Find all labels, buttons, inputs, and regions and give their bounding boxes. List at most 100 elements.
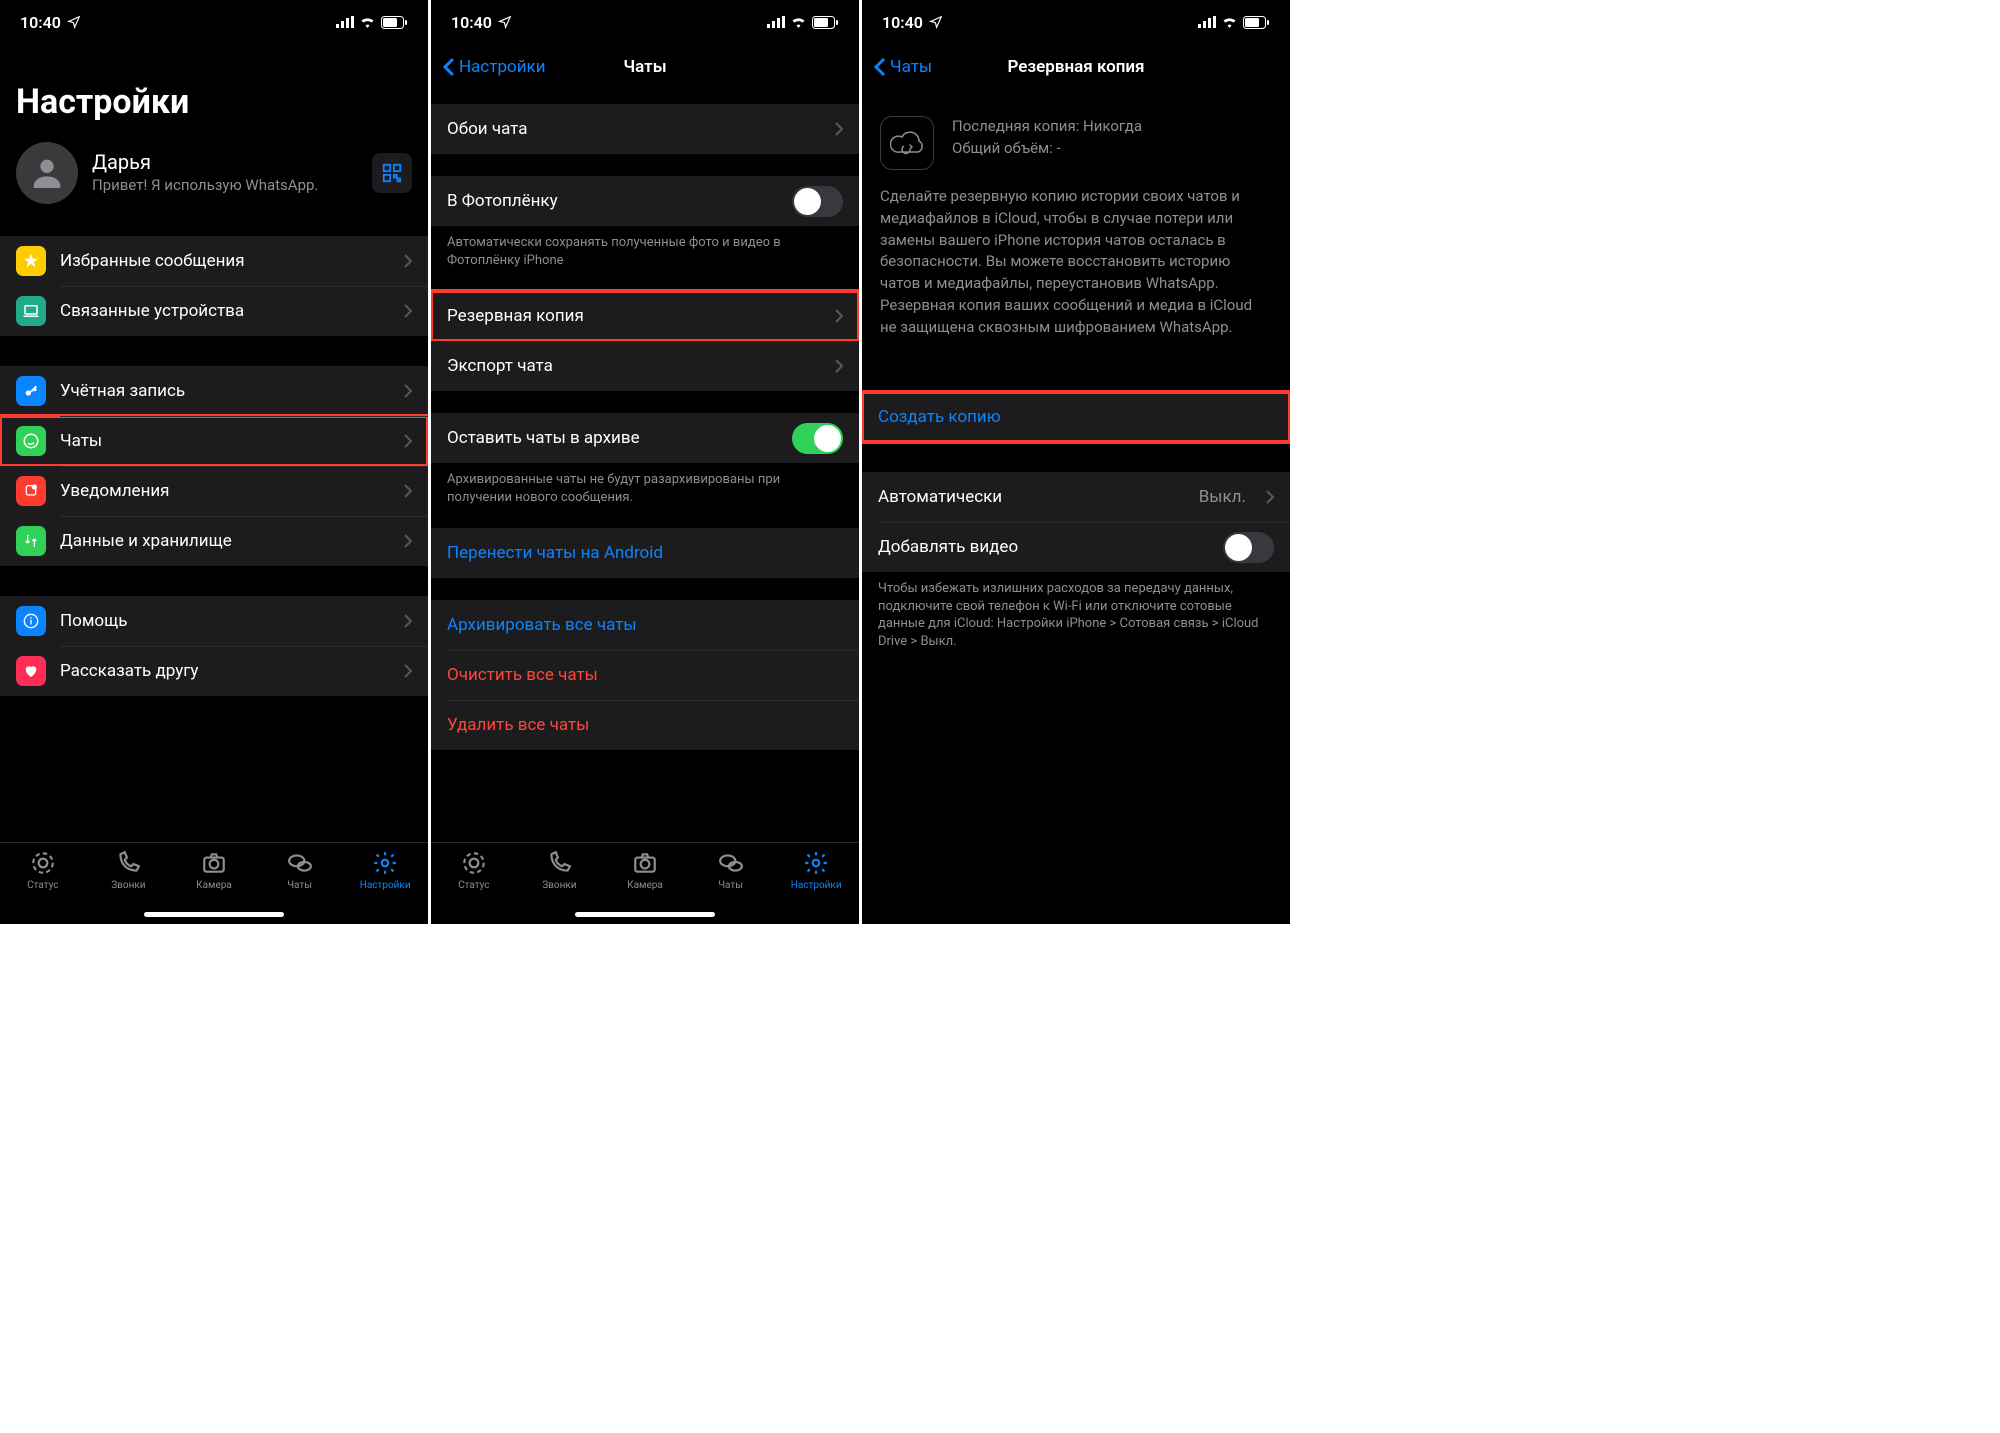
row-auto-backup[interactable]: Автоматически Выкл. bbox=[862, 472, 1290, 522]
row-export-chat[interactable]: Экспорт чата bbox=[431, 341, 859, 391]
row-label: Очистить все чаты bbox=[447, 665, 843, 685]
phone-icon bbox=[546, 850, 572, 876]
backup-description: Сделайте резервную копию истории своих ч… bbox=[862, 186, 1290, 348]
gear-icon bbox=[372, 850, 398, 876]
row-starred[interactable]: Избранные сообщения bbox=[0, 236, 428, 286]
row-delete-all[interactable]: Удалить все чаты bbox=[431, 700, 859, 750]
row-include-video[interactable]: Добавлять видео bbox=[862, 522, 1290, 572]
battery-icon bbox=[812, 16, 839, 29]
row-linked-devices[interactable]: Связанные устройства bbox=[0, 286, 428, 336]
location-icon bbox=[67, 15, 81, 29]
location-icon bbox=[498, 15, 512, 29]
footer-note: Архивированные чаты не будут разархивиро… bbox=[431, 463, 859, 506]
chats-icon bbox=[717, 850, 745, 876]
row-label: В Фотоплёнку bbox=[447, 191, 778, 211]
home-indicator[interactable] bbox=[575, 912, 715, 917]
chats-icon bbox=[286, 850, 314, 876]
chevron-right-icon bbox=[835, 309, 843, 323]
location-icon bbox=[929, 15, 943, 29]
wifi-icon bbox=[359, 16, 376, 28]
home-indicator[interactable] bbox=[144, 912, 284, 917]
row-label: Учётная запись bbox=[60, 381, 390, 401]
profile-row[interactable]: Дарья Привет! Я использую WhatsApp. bbox=[0, 132, 428, 218]
row-label: Резервная копия bbox=[447, 306, 821, 326]
battery-icon bbox=[381, 16, 408, 29]
row-tell-friend[interactable]: Рассказать другу bbox=[0, 646, 428, 696]
camera-icon bbox=[631, 850, 659, 876]
last-backup: Последняя копия: Никогда bbox=[952, 116, 1142, 138]
row-label: Уведомления bbox=[60, 481, 390, 501]
battery-icon bbox=[1243, 16, 1270, 29]
cellular-icon bbox=[1198, 16, 1216, 28]
back-button[interactable]: Чаты bbox=[870, 53, 936, 81]
chevron-right-icon bbox=[404, 304, 412, 318]
toggle-keep-archived[interactable] bbox=[792, 423, 843, 454]
row-archive-all[interactable]: Архивировать все чаты bbox=[431, 600, 859, 650]
row-clear-all[interactable]: Очистить все чаты bbox=[431, 650, 859, 700]
toggle-save-media[interactable] bbox=[792, 186, 843, 217]
status-icon bbox=[30, 850, 56, 876]
row-label: Чаты bbox=[60, 431, 390, 451]
row-label: Добавлять видео bbox=[878, 537, 1209, 557]
row-keep-archived[interactable]: Оставить чаты в архиве bbox=[431, 413, 859, 463]
phone-icon bbox=[115, 850, 141, 876]
row-label: Создать копию bbox=[878, 407, 1274, 427]
row-move-android[interactable]: Перенести чаты на Android bbox=[431, 528, 859, 578]
chevron-right-icon bbox=[404, 254, 412, 268]
row-save-to-camera-roll[interactable]: В Фотоплёнку bbox=[431, 176, 859, 226]
tab-status[interactable]: Статус bbox=[431, 849, 517, 924]
row-value: Выкл. bbox=[1199, 487, 1246, 507]
row-label: Связанные устройства bbox=[60, 301, 390, 321]
clock: 10:40 bbox=[882, 13, 923, 32]
status-bar: 10:40 bbox=[862, 0, 1290, 44]
row-label: Обои чата bbox=[447, 119, 821, 139]
chevron-right-icon bbox=[404, 614, 412, 628]
row-label: Архивировать все чаты bbox=[447, 615, 843, 635]
footer-note: Автоматически сохранять полученные фото … bbox=[431, 226, 859, 269]
tab-settings[interactable]: Настройки bbox=[773, 849, 859, 924]
key-icon bbox=[16, 376, 46, 406]
row-backup[interactable]: Резервная копия bbox=[431, 291, 859, 341]
row-chats[interactable]: Чаты bbox=[0, 416, 428, 466]
chevron-right-icon bbox=[404, 534, 412, 548]
row-label: Помощь bbox=[60, 611, 390, 631]
footer-note: Чтобы избежать излишних расходов за пере… bbox=[862, 572, 1290, 650]
row-create-backup[interactable]: Создать копию bbox=[862, 392, 1290, 442]
chevron-right-icon bbox=[404, 384, 412, 398]
data-icon bbox=[16, 526, 46, 556]
clock: 10:40 bbox=[20, 13, 61, 32]
star-icon bbox=[16, 246, 46, 276]
row-storage[interactable]: Данные и хранилище bbox=[0, 516, 428, 566]
row-account[interactable]: Учётная запись bbox=[0, 366, 428, 416]
whatsapp-icon bbox=[16, 426, 46, 456]
row-label: Избранные сообщения bbox=[60, 251, 390, 271]
chevron-right-icon bbox=[404, 484, 412, 498]
profile-name: Дарья bbox=[92, 150, 358, 174]
back-button[interactable]: Настройки bbox=[439, 53, 550, 81]
qr-button[interactable] bbox=[372, 153, 412, 193]
toggle-include-video[interactable] bbox=[1223, 532, 1274, 563]
row-label: Экспорт чата bbox=[447, 356, 821, 376]
gear-icon bbox=[803, 850, 829, 876]
camera-icon bbox=[200, 850, 228, 876]
status-bar: 10:40 bbox=[0, 0, 428, 44]
row-label: Удалить все чаты bbox=[447, 715, 843, 735]
notifications-icon bbox=[16, 476, 46, 506]
row-help[interactable]: Помощь bbox=[0, 596, 428, 646]
status-bar: 10:40 bbox=[431, 0, 859, 44]
row-label: Рассказать другу bbox=[60, 661, 390, 681]
wifi-icon bbox=[1221, 16, 1238, 28]
row-notifications[interactable]: Уведомления bbox=[0, 466, 428, 516]
avatar bbox=[16, 142, 78, 204]
tab-status[interactable]: Статус bbox=[0, 849, 86, 924]
chevron-left-icon bbox=[874, 57, 886, 77]
total-size: Общий объём: - bbox=[952, 138, 1142, 160]
row-label: Автоматически bbox=[878, 487, 1185, 507]
row-wallpaper[interactable]: Обои чата bbox=[431, 104, 859, 154]
chevron-left-icon bbox=[443, 57, 455, 77]
row-label: Оставить чаты в архиве bbox=[447, 428, 778, 448]
tab-settings[interactable]: Настройки bbox=[342, 849, 428, 924]
wifi-icon bbox=[790, 16, 807, 28]
cellular-icon bbox=[336, 16, 354, 28]
profile-status: Привет! Я использую WhatsApp. bbox=[92, 176, 358, 196]
